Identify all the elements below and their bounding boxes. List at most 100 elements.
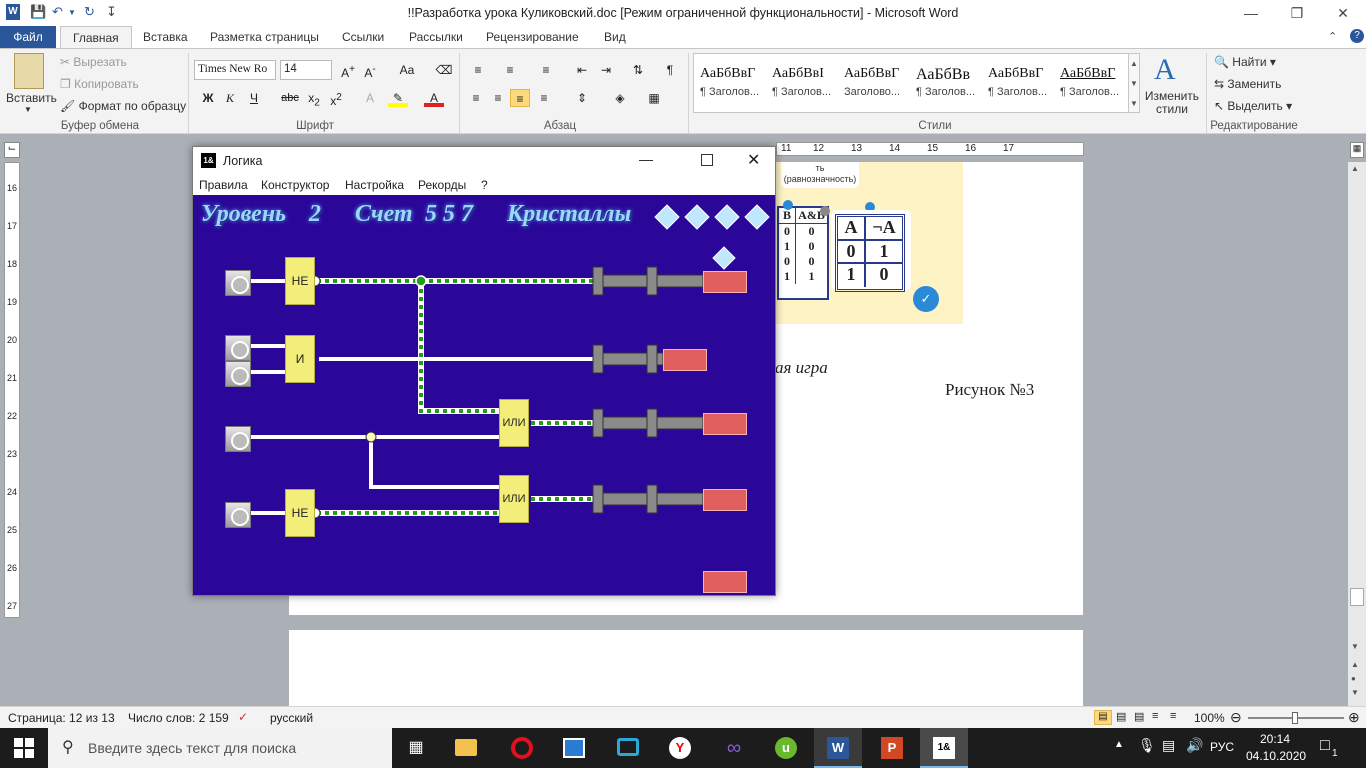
windows-start-icon[interactable] <box>14 738 34 758</box>
not-gate[interactable]: НЕ <box>285 257 315 305</box>
vertical-scrollbar[interactable]: ▲ ▼ ▲ ● ▼ <box>1348 162 1366 706</box>
word-taskbar-icon[interactable]: W <box>814 728 862 768</box>
style-item[interactable]: АаБбВвГ ¶ Заголов... <box>1056 60 1126 102</box>
sort-icon[interactable]: ⇅ <box>628 61 648 79</box>
increase-indent-icon[interactable]: ⇥ <box>596 61 616 79</box>
paste-icon[interactable] <box>14 53 44 89</box>
microphone-icon[interactable]: 🎙 <box>1138 737 1156 754</box>
tab-insert[interactable]: Вставка <box>131 26 200 48</box>
page-count[interactable]: Страница: 12 из 13 <box>8 711 115 725</box>
web-layout-icon[interactable]: ▤ <box>1134 710 1144 723</box>
bold-icon[interactable]: Ж <box>198 89 218 107</box>
paste-button[interactable]: Вставить <box>6 91 57 105</box>
highlight-icon[interactable]: ✎ <box>388 89 408 107</box>
tray-expand-icon[interactable]: ▲ <box>1114 739 1124 750</box>
menu-help[interactable]: ? <box>481 178 488 192</box>
view-ruler-icon[interactable]: ▦ <box>1350 142 1364 158</box>
borders-icon[interactable]: ▦ <box>644 89 664 107</box>
visual-studio-icon[interactable]: ∞ <box>710 728 758 768</box>
outline-icon[interactable]: ≡ <box>1152 710 1158 722</box>
collapse-ribbon-icon[interactable]: ⌃ <box>1328 30 1337 43</box>
styles-scroll[interactable]: ▲ ▼ ▼ <box>1128 53 1140 113</box>
word-count[interactable]: Число слов: 2 159 <box>128 711 229 725</box>
tab-references[interactable]: Ссылки <box>330 26 396 48</box>
close-button[interactable]: ✕ <box>1320 2 1366 24</box>
font-size-combo[interactable]: 14 <box>280 60 332 80</box>
zoom-thumb[interactable] <box>1292 712 1298 724</box>
italic-icon[interactable]: К <box>220 89 240 107</box>
tab-review[interactable]: Рецензирование <box>474 26 591 48</box>
multilevel-list-icon[interactable]: ≡ <box>536 61 556 79</box>
game-close-button[interactable]: ✕ <box>747 150 760 170</box>
input-language[interactable]: РУС <box>1210 740 1234 754</box>
tab-view[interactable]: Вид <box>592 26 638 48</box>
game-minimize-button[interactable]: — <box>639 151 653 167</box>
scroll-down-icon[interactable]: ▼ <box>1351 642 1359 651</box>
show-marks-icon[interactable]: ¶ <box>660 61 680 79</box>
menu-rules[interactable]: Правила <box>199 178 248 192</box>
ruler-strip[interactable]: 11 12 13 14 15 16 17 <box>776 142 1084 156</box>
shading-icon[interactable]: ◈ <box>610 89 630 107</box>
not-gate[interactable]: НЕ <box>285 489 315 537</box>
app-window-icon[interactable] <box>550 728 598 768</box>
utorrent-icon[interactable]: u <box>762 728 810 768</box>
file-explorer-icon[interactable] <box>442 728 490 768</box>
style-item[interactable]: АаБбВвГ Заголово... <box>840 60 910 102</box>
strikethrough-icon[interactable]: abc <box>278 89 302 107</box>
input-switch[interactable] <box>225 361 251 387</box>
taskbar-search[interactable]: ⚲ Введите здесь текст для поиска <box>48 728 392 768</box>
paste-dropdown-icon[interactable]: ▼ <box>24 105 32 114</box>
browse-object-icon[interactable]: ● <box>1351 674 1356 683</box>
input-switch[interactable] <box>225 335 251 361</box>
find-button[interactable]: 🔍 Найти ▾ <box>1214 55 1276 69</box>
game-maximize-button[interactable] <box>701 154 713 166</box>
task-view-icon[interactable]: ▦ <box>392 728 440 768</box>
bullets-icon[interactable]: ≡ <box>468 61 488 79</box>
menu-records[interactable]: Рекорды <box>418 178 466 192</box>
zoom-level[interactable]: 100% <box>1194 711 1225 725</box>
next-page-icon[interactable]: ▼ <box>1351 688 1359 697</box>
numbering-icon[interactable]: ≡ <box>500 61 520 79</box>
menu-constructor[interactable]: Конструктор <box>261 178 329 192</box>
notifications-icon[interactable]: □ <box>1320 737 1330 755</box>
style-item[interactable]: АаБбВв ¶ Заголов... <box>912 60 982 102</box>
change-case-icon[interactable]: Aa <box>394 61 420 79</box>
tab-page-layout[interactable]: Разметка страницы <box>198 26 331 48</box>
superscript-icon[interactable]: x2 <box>326 89 346 108</box>
and-gate[interactable]: И <box>285 335 315 383</box>
input-switch[interactable] <box>225 426 251 452</box>
grow-font-icon[interactable]: A+ <box>338 61 358 80</box>
style-item[interactable]: АаБбВвГ ¶ Заголов... <box>696 60 766 102</box>
underline-icon[interactable]: Ч <box>244 89 264 107</box>
format-painter-button[interactable]: 🖌 Формат по образцу <box>60 99 186 113</box>
prev-page-icon[interactable]: ▲ <box>1351 660 1359 669</box>
zoom-in-icon[interactable]: ⊕ <box>1348 709 1360 726</box>
reading-view-icon[interactable]: ▤ <box>1116 710 1126 723</box>
app-monitor-icon[interactable] <box>604 728 652 768</box>
text-effects-icon[interactable]: A <box>360 89 380 107</box>
clear-format-icon[interactable]: ⌫ <box>434 61 454 79</box>
scroll-thumb[interactable] <box>1350 588 1364 606</box>
print-layout-icon[interactable]: ▤ <box>1094 710 1112 725</box>
input-switch[interactable] <box>225 502 251 528</box>
minimize-button[interactable]: — <box>1228 2 1274 24</box>
tab-home[interactable]: Главная <box>60 26 132 48</box>
style-item[interactable]: АаБбВвГ ¶ Заголов... <box>984 60 1054 102</box>
change-styles-button[interactable]: Изменить стили <box>1144 90 1200 116</box>
clock-date[interactable]: 04.10.2020 <box>1246 749 1306 763</box>
select-button[interactable]: ↖ Выделить ▾ <box>1214 99 1292 113</box>
tab-selector-icon[interactable]: ⌙ <box>4 142 20 158</box>
style-item[interactable]: АаБбВвІ ¶ Заголов... <box>768 60 838 102</box>
scroll-up-icon[interactable]: ▲ <box>1351 164 1359 173</box>
or-gate[interactable]: ИЛИ <box>499 475 529 523</box>
shrink-font-icon[interactable]: A- <box>360 61 380 80</box>
align-left-icon[interactable]: ≡ <box>466 89 486 107</box>
volume-icon[interactable]: 🔊 <box>1186 737 1203 754</box>
menu-settings[interactable]: Настройка <box>345 178 404 192</box>
line-spacing-icon[interactable]: ⇕ <box>572 89 592 107</box>
help-icon[interactable]: ? <box>1350 29 1364 43</box>
opera-icon[interactable] <box>498 728 546 768</box>
font-name-combo[interactable]: Times New Ro <box>194 60 276 80</box>
document-page-next[interactable] <box>289 630 1083 706</box>
language[interactable]: русский <box>270 711 313 725</box>
